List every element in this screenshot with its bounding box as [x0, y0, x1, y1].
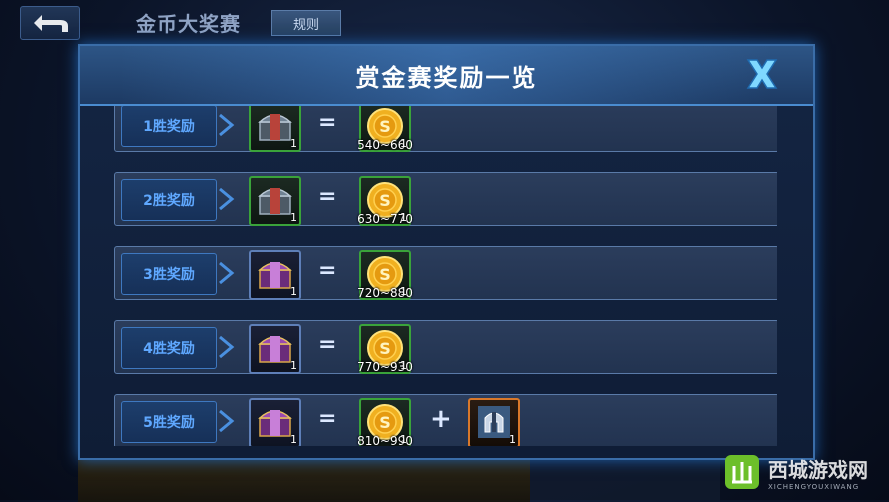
item-quantity: 1: [400, 285, 407, 298]
helmet-icon: [478, 406, 510, 438]
svg-text:S: S: [379, 339, 391, 358]
chevron-right-icon: [219, 335, 235, 359]
svg-text:S: S: [379, 413, 391, 432]
item-quantity: 1: [290, 433, 297, 446]
purple-chest-item[interactable]: 1: [249, 324, 301, 374]
chevron-right-icon: [219, 409, 235, 433]
purple-chest-item[interactable]: 1: [249, 250, 301, 300]
purple-chest-icon: [258, 336, 292, 363]
gold-amount: 630~770: [357, 212, 413, 226]
dialog-title: 赏金赛奖励一览: [355, 63, 538, 92]
gold-coin-item[interactable]: S 810~990 1: [357, 398, 413, 446]
rewards-dialog: 赏金赛奖励一览 1胜奖励 1 = S 540~660 1 2胜奖励 1 = S …: [78, 44, 815, 460]
chevron-right-icon: [219, 113, 235, 137]
reward-row: 4胜奖励 1 = S 770~930 1: [114, 320, 777, 374]
equals-sign: =: [318, 406, 337, 431]
item-quantity: 1: [290, 137, 297, 150]
row-label: 4胜奖励: [121, 327, 217, 369]
silver-chest-item[interactable]: 1: [249, 176, 301, 226]
item-quantity: 1: [290, 359, 297, 372]
equals-sign: =: [318, 184, 337, 209]
silver-chest-item[interactable]: 1: [249, 106, 301, 152]
gold-coin-item[interactable]: S 720~880 1: [357, 250, 413, 300]
gold-amount: 770~930: [357, 360, 413, 374]
plus-sign: +: [430, 404, 452, 434]
row-label: 2胜奖励: [121, 179, 217, 221]
row-label: 5胜奖励: [121, 401, 217, 443]
reward-row: 1胜奖励 1 = S 540~660 1: [114, 106, 777, 152]
close-button[interactable]: [740, 54, 784, 94]
helmet-card-item[interactable]: 1: [468, 398, 520, 446]
item-quantity: 1: [400, 137, 407, 150]
svg-text:S: S: [379, 117, 391, 136]
gold-coin-item[interactable]: S 770~930 1: [357, 324, 413, 374]
rules-button[interactable]: 规则: [271, 10, 341, 36]
reward-row: 3胜奖励 1 = S 720~880 1: [114, 246, 777, 300]
gold-amount: 810~990: [357, 434, 413, 446]
gold-amount: 720~880: [357, 286, 413, 300]
item-quantity: 1: [400, 211, 407, 224]
item-quantity: 1: [509, 433, 516, 446]
equals-sign: =: [318, 258, 337, 283]
purple-chest-icon: [258, 262, 292, 289]
equals-sign: =: [318, 110, 337, 135]
watermark-logo-icon: [725, 455, 759, 489]
gold-coin-item[interactable]: S 540~660 1: [357, 106, 413, 152]
gold-amount: 540~660: [357, 138, 413, 152]
watermark-text: 西城游戏网: [768, 457, 868, 482]
item-quantity: 1: [290, 211, 297, 224]
svg-text:S: S: [379, 265, 391, 284]
reward-row: 2胜奖励 1 = S 630~770 1: [114, 172, 777, 226]
equals-sign: =: [318, 332, 337, 357]
back-arrow-icon: [34, 15, 68, 32]
item-quantity: 1: [290, 285, 297, 298]
purple-chest-item[interactable]: 1: [249, 398, 301, 446]
top-bar: 金币大奖赛 规则: [0, 0, 889, 44]
reward-list[interactable]: 1胜奖励 1 = S 540~660 1 2胜奖励 1 = S 630~770 …: [114, 106, 777, 446]
item-quantity: 1: [400, 359, 407, 372]
close-icon: [746, 59, 778, 89]
page-title: 金币大奖赛: [136, 12, 241, 36]
watermark: 西城游戏网 XICHENGYOUXIWANG: [722, 448, 882, 496]
item-quantity: 1: [400, 433, 407, 446]
purple-chest-icon: [258, 410, 292, 437]
svg-text:S: S: [379, 191, 391, 210]
silver-chest-icon: [258, 114, 292, 141]
reward-row: 5胜奖励 1 = S 810~990 1 + 1: [114, 394, 777, 446]
back-button[interactable]: [20, 6, 80, 40]
chevron-right-icon: [219, 261, 235, 285]
row-label: 1胜奖励: [121, 106, 217, 147]
row-label: 3胜奖励: [121, 253, 217, 295]
chevron-right-icon: [219, 187, 235, 211]
watermark-subtext: XICHENGYOUXIWANG: [768, 482, 860, 491]
gold-coin-item[interactable]: S 630~770 1: [357, 176, 413, 226]
silver-chest-icon: [258, 188, 292, 215]
